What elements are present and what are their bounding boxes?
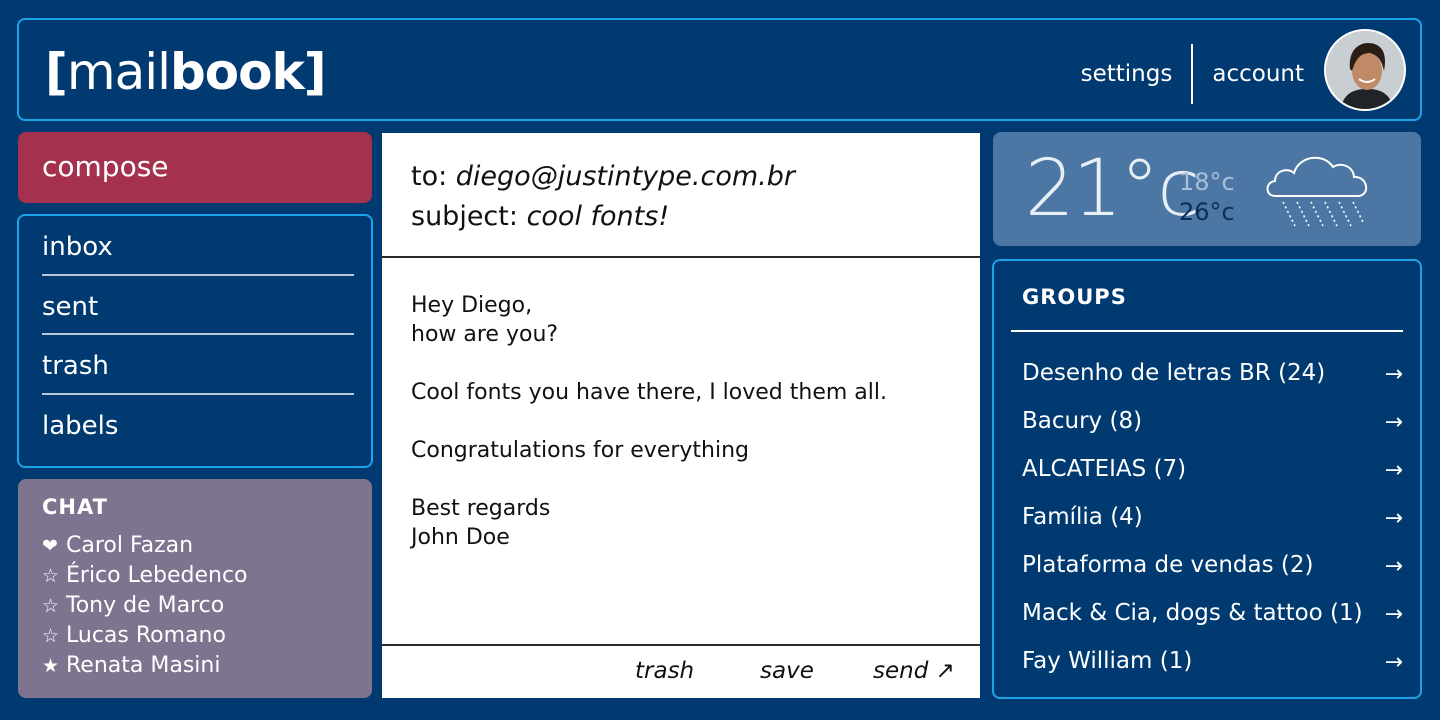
nav-item-inbox[interactable]: inbox — [42, 216, 354, 276]
group-label: Desenho de letras BR (24) — [1022, 360, 1326, 386]
chat-contact-name: Carol Fazan — [66, 533, 194, 558]
chat-contact[interactable]: ☆ Lucas Romano — [42, 621, 348, 651]
arrow-right-icon[interactable]: → — [1385, 495, 1403, 543]
subject-label: subject: — [411, 201, 518, 232]
chat-contact-name: Lucas Romano — [66, 623, 226, 648]
chat-contact[interactable]: ☆ Érico Lebedenco — [42, 561, 348, 591]
email-body[interactable]: Hey Diego, how are you? Cool fonts you h… — [411, 291, 887, 581]
logo-mail: mail — [66, 43, 171, 101]
group-list: Desenho de letras BR (24) → Bacury (8) →… — [1011, 332, 1403, 685]
chat-contact-name: Tony de Marco — [66, 593, 225, 618]
body-line: Cool fonts you have there, I loved them … — [411, 380, 887, 405]
subject-field[interactable]: subject: cool fonts! — [411, 197, 980, 237]
group-item[interactable]: Plataforma de vendas (2) → — [1011, 541, 1403, 589]
chat-contact-name: Renata Masini — [66, 653, 221, 678]
save-button[interactable]: save — [760, 658, 814, 684]
logo-book: book — [170, 43, 305, 101]
to-value: diego@justintype.com.br — [455, 161, 795, 192]
arrow-right-icon[interactable]: → — [1385, 447, 1403, 495]
chat-contact[interactable]: ☆ Tony de Marco — [42, 591, 348, 621]
avatar[interactable] — [1324, 29, 1406, 111]
group-item[interactable]: Mack & Cia, dogs & tattoo (1) → — [1011, 589, 1403, 637]
to-field[interactable]: to: diego@justintype.com.br — [411, 157, 980, 197]
arrow-right-icon[interactable]: → — [1385, 591, 1403, 639]
send-button[interactable]: send ↗ — [873, 658, 955, 684]
logo-bracket-open: [ — [45, 43, 68, 101]
group-label: Fay William (1) — [1022, 648, 1193, 674]
logo-bracket-close: ] — [303, 43, 327, 101]
folder-nav: inbox sent trash labels — [17, 214, 373, 468]
app-logo[interactable]: [mailbook] — [45, 42, 327, 102]
body-line: how are you? — [411, 322, 559, 347]
email-actions: trash save send ↗ — [382, 644, 980, 698]
nav-item-labels[interactable]: labels — [42, 395, 354, 455]
group-item[interactable]: Família (4) → — [1011, 493, 1403, 541]
body-line: John Doe — [411, 525, 510, 550]
arrow-right-icon[interactable]: → — [1385, 543, 1403, 591]
current-temperature: 21°c — [1025, 144, 1200, 234]
chat-contact[interactable]: ★ Renata Masini — [42, 651, 348, 681]
chat-panel: CHAT ❤ Carol Fazan ☆ Érico Lebedenco ☆ Tony… — [18, 479, 372, 698]
chat-title: CHAT — [42, 495, 108, 519]
arrow-right-icon[interactable]: → — [1385, 399, 1403, 447]
star-outline-icon: ☆ — [42, 595, 60, 617]
to-label: to: — [411, 161, 448, 192]
low-temperature: 18°c — [1179, 168, 1235, 196]
group-item[interactable]: Desenho de letras BR (24) → — [1011, 349, 1403, 397]
header-nav: settings account — [1081, 44, 1304, 104]
groups-title: GROUPS — [1011, 261, 1403, 332]
trash-button[interactable]: trash — [635, 658, 694, 684]
star-outline-icon: ☆ — [42, 625, 60, 647]
group-item[interactable]: Fay William (1) → — [1011, 637, 1403, 685]
account-link[interactable]: account — [1212, 61, 1304, 87]
header-divider — [1191, 44, 1194, 104]
group-label: Família (4) — [1022, 504, 1143, 530]
chat-contact[interactable]: ❤ Carol Fazan — [42, 531, 348, 561]
arrow-right-icon[interactable]: → — [1385, 351, 1403, 399]
star-outline-icon: ☆ — [42, 565, 60, 587]
settings-link[interactable]: settings — [1081, 61, 1173, 87]
heart-icon: ❤ — [42, 535, 58, 557]
avatar-photo — [1326, 31, 1404, 109]
body-line: Congratulations for everything — [411, 438, 750, 463]
body-line: Hey Diego, — [411, 293, 533, 318]
subject-value: cool fonts! — [526, 201, 670, 232]
group-item[interactable]: ALCATEIAS (7) → — [1011, 445, 1403, 493]
group-item[interactable]: Bacury (8) → — [1011, 397, 1403, 445]
star-filled-icon: ★ — [42, 655, 60, 677]
high-temperature: 26°c — [1179, 198, 1235, 226]
body-line: Best regards — [411, 496, 551, 521]
nav-item-trash[interactable]: trash — [42, 335, 354, 395]
groups-panel: GROUPS Desenho de letras BR (24) → Bacur… — [992, 259, 1422, 699]
app-header: [mailbook] settings account — [17, 18, 1422, 121]
group-label: Bacury (8) — [1022, 408, 1143, 434]
email-header: to: diego@justintype.com.br subject: coo… — [382, 133, 980, 258]
rain-cloud-icon — [1266, 156, 1368, 227]
arrow-right-icon[interactable]: → — [1385, 639, 1403, 687]
group-label: Plataforma de vendas (2) — [1022, 552, 1314, 578]
compose-button[interactable]: compose — [18, 132, 372, 203]
chat-contact-name: Érico Lebedenco — [66, 563, 248, 588]
weather-widget: 21°c 18°c 26°c — [993, 132, 1421, 246]
nav-item-sent[interactable]: sent — [42, 276, 354, 335]
email-compose-panel: to: diego@justintype.com.br subject: coo… — [382, 133, 980, 698]
group-label: ALCATEIAS (7) — [1022, 456, 1187, 482]
group-label: Mack & Cia, dogs & tattoo (1) — [1022, 600, 1363, 626]
